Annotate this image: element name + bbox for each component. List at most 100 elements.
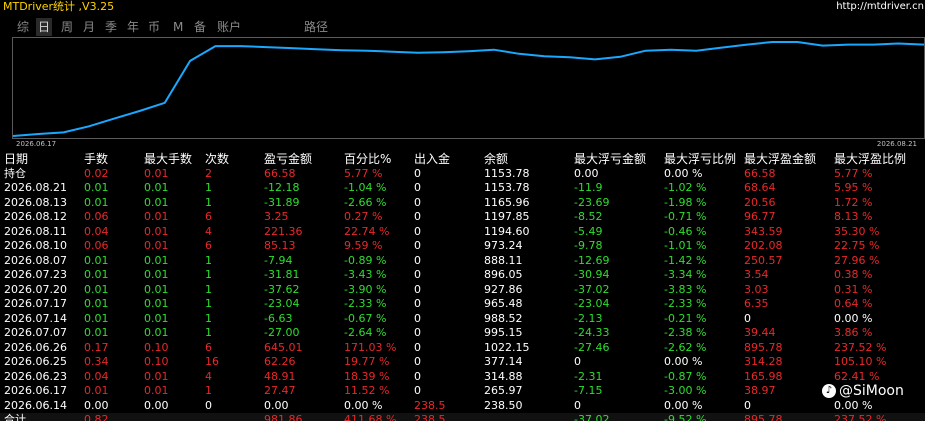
column-header[interactable]: 最大浮亏金额 [574,152,646,167]
table-cell: 0.10 [144,340,169,354]
table-cell: 66.58 [264,166,296,180]
app-title: MTDriver统计 ,V3.25 [3,0,115,13]
table-cell: -1.04 % [344,181,387,194]
table-cell: 68.64 [744,181,776,194]
column-header[interactable]: 盈亏金额 [264,152,312,167]
table-cell: -12.18 [264,181,300,194]
table-cell: 221.36 [264,224,303,238]
table-cell: 0.01 [144,239,169,252]
table-cell: 0.00 % [664,166,703,180]
tab-7[interactable]: M [171,18,185,36]
table-cell: -37.62 [264,282,300,296]
column-header[interactable]: 手数 [84,152,108,167]
table-cell: -0.46 % [664,224,707,238]
table-cell: 927.86 [484,282,523,296]
table-cell: -9.78 [574,239,603,252]
table-cell: 2026.06.25 [4,355,67,368]
table-row[interactable]: 2026.08.10 0.06 0.01 6 85.13 9.59 % 0 973.24 -9.… [0,239,925,254]
column-header[interactable]: 最大浮盈比例 [834,152,906,167]
table-cell: 16 [205,355,219,368]
tab-1[interactable]: 日 [36,18,53,36]
table-cell: 0 [744,311,751,325]
table-row[interactable]: 2026.08.07 0.01 0.01 1 -7.94 -0.89 % 0 888.11 -1… [0,254,925,269]
table-row[interactable]: 2026.07.07 0.01 0.01 1 -27.00 -2.64 % 0 995.15 -… [0,326,925,341]
table-cell: 96.77 [744,210,776,223]
table-cell: 5.77 % [834,166,873,180]
table-row[interactable]: 2026.06.25 0.34 0.10 16 62.26 19.77 % 0 377.14 0… [0,355,925,370]
table-cell: 0.01 [144,297,169,310]
table-cell: 0.01 [144,282,169,296]
table-cell: 377.14 [484,355,523,368]
table-cell: 0 [414,195,421,209]
total-cell: -9.52 % [664,413,707,421]
table-row[interactable]: 2026.06.26 0.17 0.10 6 645.01 171.03 % 0 1022.1… [0,341,925,356]
tab-6[interactable]: 币 [146,18,162,36]
table-row[interactable]: 2026.07.14 0.01 0.01 1 -6.63 -0.67 % 0 988.52 -2… [0,312,925,327]
tab-3[interactable]: 月 [81,18,97,36]
column-header[interactable]: 最大手数 [144,152,192,167]
column-header[interactable]: 出入金 [414,152,450,167]
table-cell: 1 [205,195,212,209]
tab-10[interactable]: 路径 [302,18,330,36]
tab-0[interactable]: 综 [15,18,31,36]
tab-9[interactable]: 账户 [215,18,243,36]
column-header[interactable]: 余额 [484,152,508,167]
website-link[interactable]: http://mtdriver.cn [836,0,924,13]
table-row[interactable]: 2026.06.17 0.01 0.01 1 27.47 11.52 % 0 265.97 -7… [0,384,925,399]
table-cell: -0.67 % [344,311,387,325]
tab-5[interactable]: 年 [125,18,141,36]
period-tab-bar: 综日周月季年币 M 备账户 路径 [0,17,925,37]
table-cell: -2.31 [574,369,603,383]
table-cell: 1165.96 [484,195,530,209]
tab-2[interactable]: 周 [59,18,75,36]
table-cell: 11.52 % [344,384,390,397]
table-row[interactable]: 2026.08.13 0.01 0.01 1 -31.89 -2.66 % 0 1165.96… [0,196,925,211]
table-cell: -2.33 % [344,297,387,310]
table-cell: -31.89 [264,195,300,209]
table-cell: -11.9 [574,181,603,194]
column-header[interactable]: 日期 [4,152,28,167]
table-cell: 6 [205,210,212,223]
table-cell: 895.78 [744,340,783,354]
table-row[interactable]: 2026.06.23 0.04 0.01 4 48.91 18.39 % 0 314.88 -2… [0,370,925,385]
column-header[interactable]: 最大浮盈金额 [744,152,816,167]
table-cell: 85.13 [264,239,296,252]
column-header[interactable]: 百分比% [344,152,391,167]
table-cell: -2.64 % [344,326,387,339]
table-row[interactable]: 2026.08.12 0.06 0.01 6 3.25 0.27 % 0 1197.85 -8.… [0,210,925,225]
table-cell: 0.01 [84,253,109,267]
table-cell: -7.94 [264,253,293,267]
table-row[interactable]: 2026.08.21 0.01 0.01 1 -12.18 -1.04 % 0 1153.78… [0,181,925,196]
table-cell: -0.21 % [664,311,707,325]
table-row[interactable]: 2026.07.17 0.01 0.01 1 -23.04 -2.33 % 0 965.48 -… [0,297,925,312]
table-row[interactable]: 2026.07.23 0.01 0.01 1 -31.81 -3.43 % 0 896.05 -… [0,268,925,283]
table-cell: -0.71 % [664,210,707,223]
table-cell: 1 [205,384,212,397]
tab-4[interactable]: 季 [103,18,119,36]
total-cell: 合计 [4,413,26,421]
total-cell: -37.02 [574,413,610,421]
balance-line [13,41,924,137]
table-cell: 0.01 [84,181,109,194]
table-cell: -6.63 [264,311,293,325]
tab-8[interactable]: 备 [192,18,208,36]
column-header[interactable]: 最大浮亏比例 [664,152,736,167]
table-cell: -8.52 [574,210,603,223]
table-cell: 0.00 % [664,398,703,412]
table-cell: -7.15 [574,384,603,397]
table-row[interactable]: 持仓 0.02 0.01 2 66.58 5.77 % 0 1153.78 0.00 0.00 %… [0,167,925,182]
table-cell: 0.01 [84,384,109,397]
table-cell: -1.01 % [664,239,707,252]
table-cell: -1.98 % [664,195,707,209]
table-cell: 0.00 % [664,355,703,368]
table-cell: 238.5 [414,398,446,412]
column-header[interactable]: 次数 [205,152,229,167]
table-cell: 165.98 [744,369,783,383]
table-cell: -1.42 % [664,253,707,267]
table-row[interactable]: 2026.06.14 0.00 0.00 0 0.00 0.00 % 238.5 238.50… [0,399,925,414]
table-row[interactable]: 2026.07.20 0.01 0.01 1 -37.62 -3.90 % 0 927.86 -… [0,283,925,298]
table-cell: -3.00 % [664,384,707,397]
table-row[interactable]: 2026.08.11 0.04 0.01 4 221.36 22.74 % 0 1194.60… [0,225,925,240]
table-cell: 0 [574,355,581,368]
table-cell: 3.03 [744,282,769,296]
